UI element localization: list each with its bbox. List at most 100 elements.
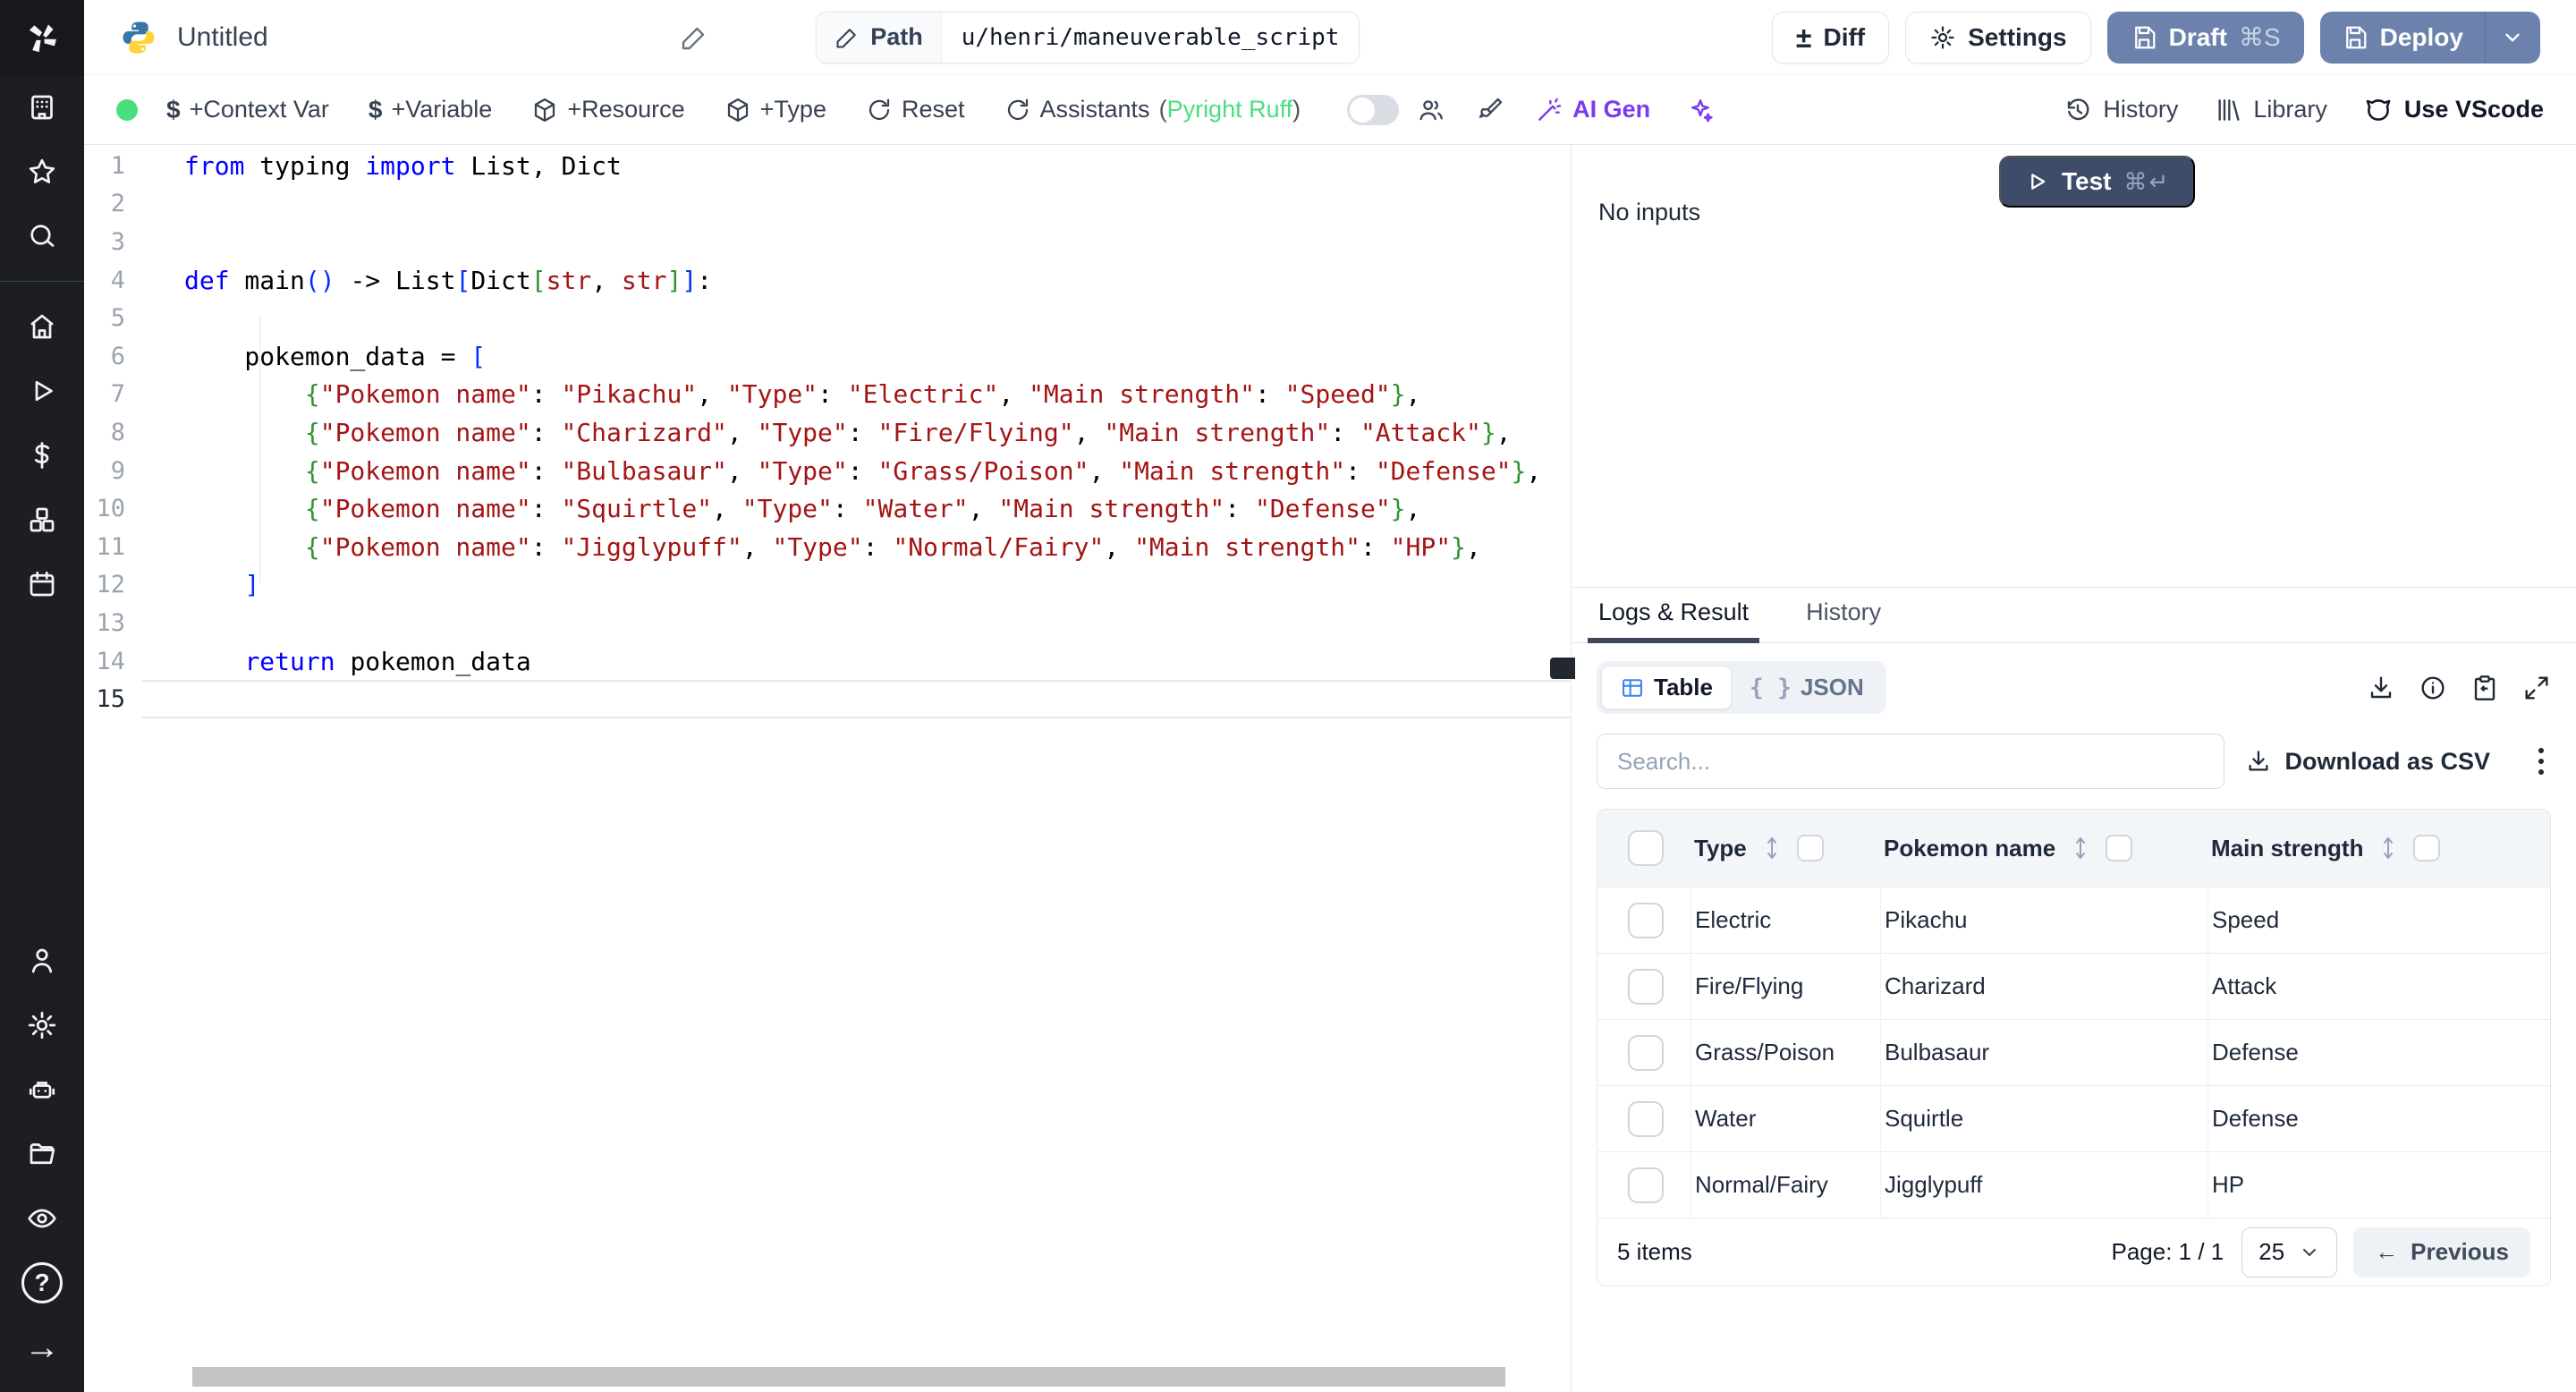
sidebar-item-resources[interactable] — [0, 488, 84, 552]
code-line[interactable]: 10 {"Pokemon name": "Squirtle", "Type": … — [84, 489, 1571, 528]
sort-icon[interactable] — [2070, 836, 2091, 861]
path-value[interactable]: u/henri/maneuverable_script — [941, 12, 1360, 63]
sidebar-collapse[interactable]: → — [0, 1315, 84, 1379]
code-line[interactable]: 4 def main() -> List[Dict[str, str]]: — [84, 261, 1571, 300]
sort-icon[interactable] — [2377, 836, 2399, 861]
tab-history[interactable]: History — [1806, 598, 1881, 642]
code-line[interactable]: 7 {"Pokemon name": "Pikachu", "Type": "E… — [84, 376, 1571, 414]
code-line[interactable]: 15 — [84, 680, 1571, 718]
column-filter-checkbox[interactable] — [1796, 835, 1824, 862]
edit-summary-button[interactable] — [680, 23, 708, 52]
page-size-select[interactable]: 25 — [2241, 1226, 2338, 1277]
row-checkbox[interactable] — [1628, 1100, 1664, 1137]
sidebar-item-workers[interactable] — [0, 1057, 84, 1122]
add-context-var-button[interactable]: $ +Context Var — [166, 96, 329, 124]
sort-icon[interactable] — [1761, 836, 1783, 861]
assistants-button[interactable]: Assistants (Pyright Ruff) — [1004, 96, 1301, 123]
row-checkbox[interactable] — [1628, 902, 1664, 938]
code-line[interactable]: 1 from typing import List, Dict — [84, 147, 1571, 185]
code-line[interactable]: 9 {"Pokemon name": "Bulbasaur", "Type": … — [84, 452, 1571, 490]
page-size-value: 25 — [2258, 1238, 2285, 1265]
pencil-icon — [836, 28, 857, 48]
download-csv-button[interactable]: Download as CSV — [2245, 748, 2490, 776]
table-row[interactable]: Grass/Poison Bulbasaur Defense — [1597, 1019, 2550, 1085]
code-editor[interactable]: 1 from typing import List, Dict 2 3 4 def mai… — [84, 145, 1571, 1392]
panel-splitter-handle[interactable] — [1550, 658, 1575, 679]
code-line[interactable]: 2 — [84, 185, 1571, 224]
code-line[interactable]: 12 ] — [84, 566, 1571, 605]
view-json-button[interactable]: { } JSON — [1732, 666, 1882, 709]
code-line[interactable]: 3 — [84, 223, 1571, 261]
sidebar-item-schedules[interactable] — [0, 552, 84, 616]
table-row[interactable]: Electric Pikachu Speed — [1597, 887, 2550, 953]
cell-pokemon-name: Pikachu — [1880, 887, 2207, 953]
row-checkbox[interactable] — [1628, 968, 1664, 1005]
view-table-button[interactable]: Table — [1601, 666, 1732, 709]
column-filter-checkbox[interactable] — [2106, 835, 2133, 862]
deploy-more-button[interactable] — [2484, 11, 2540, 64]
info-icon[interactable] — [2419, 674, 2447, 702]
sidebar-item-folders[interactable] — [0, 1122, 84, 1186]
download-icon[interactable] — [2367, 674, 2395, 702]
copy-icon[interactable] — [2470, 674, 2499, 702]
sidebar-item-help[interactable]: ? — [0, 1251, 84, 1315]
history-button[interactable]: History — [2063, 96, 2178, 124]
row-checkbox[interactable] — [1628, 1167, 1664, 1203]
table-row[interactable]: Normal/Fairy Jigglypuff HP — [1597, 1151, 2550, 1218]
column-header-main-strength[interactable]: Main strength — [2207, 835, 2550, 862]
save-icon — [2345, 26, 2366, 48]
row-checkbox[interactable] — [1628, 1034, 1664, 1071]
multiplayer-users-button[interactable] — [1417, 96, 1445, 124]
diff-button[interactable]: ± Diff — [1771, 11, 1890, 64]
windmill-logo[interactable] — [0, 0, 84, 75]
add-resource-button[interactable]: +Resource — [531, 96, 685, 123]
search-input[interactable] — [1597, 734, 2224, 789]
deploy-button[interactable]: Deploy — [2320, 12, 2485, 64]
table-menu-button[interactable] — [2531, 744, 2551, 778]
script-title[interactable]: Untitled — [177, 22, 268, 53]
sidebar-item-settings[interactable] — [0, 993, 84, 1057]
table-row[interactable]: Water Squirtle Defense — [1597, 1085, 2550, 1151]
add-type-button[interactable]: +Type — [724, 96, 826, 123]
building-icon — [31, 95, 53, 120]
sidebar-item-account[interactable] — [0, 929, 84, 993]
settings-button[interactable]: Settings — [1905, 11, 2091, 64]
sidebar-item-favorites[interactable] — [0, 140, 84, 204]
select-all-checkbox[interactable] — [1628, 830, 1664, 866]
cell-type: Fire/Flying — [1690, 954, 1880, 1019]
column-header-type[interactable]: Type — [1690, 835, 1880, 862]
code-line[interactable]: 6 pokemon_data = [ — [84, 337, 1571, 376]
ai-gen-button[interactable]: AI Gen — [1535, 96, 1650, 124]
code-line[interactable]: 5 — [84, 299, 1571, 337]
editor-horizontal-scrollbar[interactable] — [192, 1367, 1505, 1387]
add-variable-button[interactable]: $ +Variable — [369, 96, 492, 124]
ai-sparkles-button[interactable] — [1686, 96, 1715, 124]
previous-page-button[interactable]: ← Previous — [2353, 1226, 2530, 1277]
tab-logs-result[interactable]: Logs & Result — [1587, 598, 1760, 643]
test-button[interactable]: Test ⌘↵ — [1999, 156, 2196, 208]
use-vscode-button[interactable]: Use VScode — [2363, 95, 2544, 125]
library-button[interactable]: Library — [2214, 96, 2327, 124]
sidebar-item-audit[interactable] — [0, 1186, 84, 1251]
multiplayer-toggle[interactable] — [1347, 94, 1400, 125]
expand-icon[interactable] — [2522, 674, 2551, 702]
code-line[interactable]: 11 {"Pokemon name": "Jigglypuff", "Type"… — [84, 528, 1571, 566]
table-row[interactable]: Fire/Flying Charizard Attack — [1597, 953, 2550, 1019]
sidebar-item-variables[interactable] — [0, 423, 84, 488]
test-shortcut: ⌘↵ — [2123, 167, 2171, 195]
line-content — [141, 680, 1571, 718]
reset-button[interactable]: Reset — [866, 96, 965, 123]
format-code-button[interactable] — [1476, 96, 1504, 124]
path-field[interactable]: Path u/henri/maneuverable_script — [816, 11, 1360, 64]
sidebar-item-home[interactable] — [0, 294, 84, 359]
code-line[interactable]: 14 return pokemon_data — [84, 642, 1571, 681]
draft-button[interactable]: Draft ⌘S — [2106, 11, 2304, 64]
code-line[interactable]: 13 — [84, 604, 1571, 642]
column-filter-checkbox[interactable] — [2413, 835, 2441, 862]
sidebar-item-runs[interactable] — [0, 359, 84, 423]
sidebar-item-workspace[interactable] — [0, 75, 84, 140]
sidebar-item-search[interactable] — [0, 204, 84, 268]
column-header-pokemon-name[interactable]: Pokemon name — [1880, 835, 2207, 862]
run-area: Test ⌘↵ No inputs — [1572, 145, 2576, 587]
code-line[interactable]: 8 {"Pokemon name": "Charizard", "Type": … — [84, 413, 1571, 452]
